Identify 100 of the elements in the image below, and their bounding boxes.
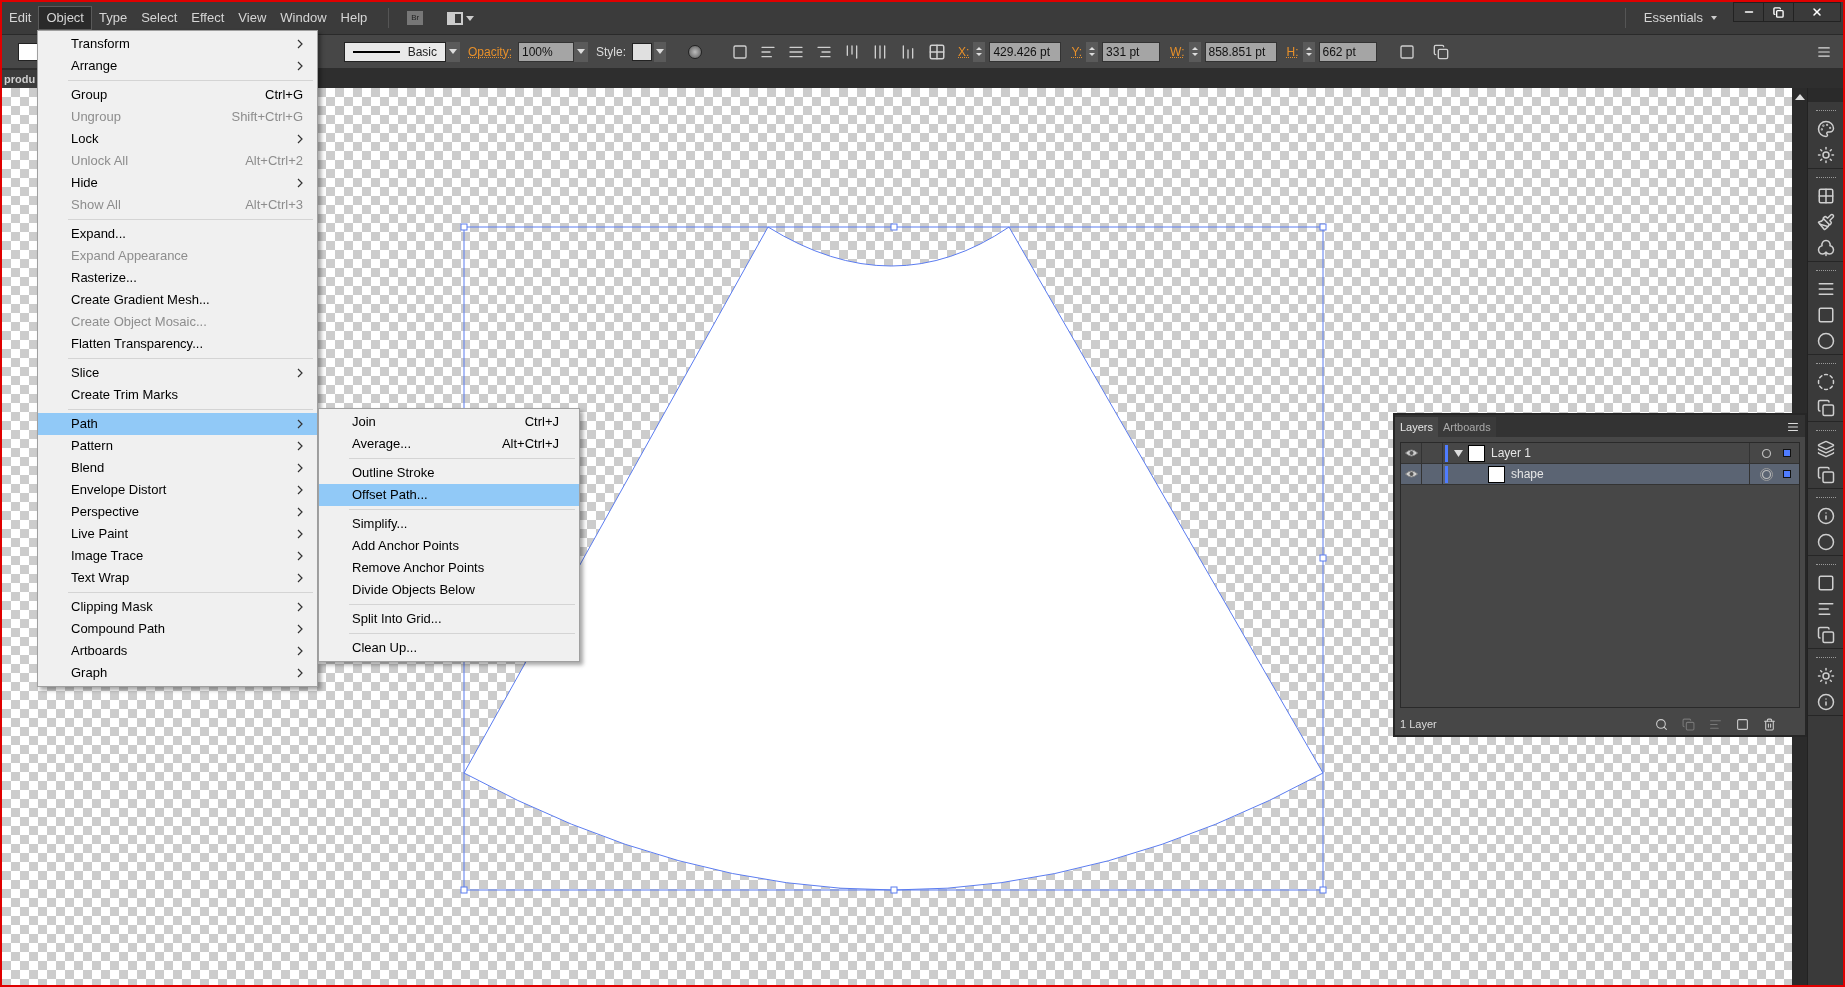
- stepper-icon[interactable]: [973, 41, 986, 62]
- menu-item[interactable]: Compound Path: [38, 618, 317, 640]
- menu-item[interactable]: Clipping Mask: [38, 596, 317, 618]
- stepper-icon[interactable]: [1086, 41, 1099, 62]
- squares-icon[interactable]: [1816, 466, 1835, 484]
- selection-square-icon[interactable]: [1783, 449, 1791, 457]
- shortcut-label: Ctrl+J: [524, 413, 559, 432]
- workspace-switcher[interactable]: Essentials: [1643, 8, 1717, 28]
- menu-item[interactable]: Text Wrap: [38, 567, 317, 589]
- menu-item[interactable]: Outline Stroke: [319, 462, 579, 484]
- menu-item[interactable]: Offset Path...: [319, 484, 579, 506]
- menu-item[interactable]: Split Into Grid...: [319, 608, 579, 630]
- menu-item[interactable]: Flatten Transparency...: [38, 333, 317, 355]
- square-icon[interactable]: [1816, 574, 1835, 592]
- menu-bar-item[interactable]: Help: [333, 6, 375, 30]
- menu-item[interactable]: Expand...: [38, 223, 317, 245]
- menu-item[interactable]: Average... Alt+Ctrl+J: [319, 433, 579, 455]
- panel-menu-icon[interactable]: [1787, 421, 1799, 433]
- lines-icon[interactable]: [1816, 280, 1835, 298]
- menu-bar-item[interactable]: Object: [38, 6, 92, 30]
- clipping-mask-icon[interactable]: [1682, 717, 1695, 731]
- menu-item[interactable]: Hide: [38, 172, 317, 194]
- menu-bar-item[interactable]: Effect: [184, 6, 232, 30]
- menu-item[interactable]: Arrange: [38, 55, 317, 77]
- target-icon[interactable]: [1760, 467, 1773, 481]
- selection-square-icon[interactable]: [1783, 470, 1791, 478]
- squares-icon[interactable]: [1816, 399, 1835, 417]
- dashed-circle-icon[interactable]: [1816, 373, 1835, 391]
- disclosure-triangle-icon[interactable]: [1453, 448, 1463, 458]
- menu-item[interactable]: Lock: [38, 128, 317, 150]
- menu-item[interactable]: Live Paint: [38, 523, 317, 545]
- panel-tab[interactable]: Layers: [1395, 417, 1439, 437]
- menu-item[interactable]: Transform: [38, 33, 317, 55]
- panel-tab[interactable]: Artboards: [1438, 417, 1496, 437]
- menu-item[interactable]: Create Gradient Mesh...: [38, 289, 317, 311]
- menu-item[interactable]: Image Trace: [38, 545, 317, 567]
- menu-item[interactable]: Perspective: [38, 501, 317, 523]
- menu-item[interactable]: Clean Up...: [319, 637, 579, 659]
- circle-icon[interactable]: [1816, 332, 1835, 350]
- menu-item[interactable]: Group Ctrl+G: [38, 84, 317, 106]
- info-icon[interactable]: [1816, 507, 1835, 525]
- eye-icon[interactable]: [1404, 470, 1418, 478]
- menu-item[interactable]: Remove Anchor Points: [319, 557, 579, 579]
- menu-item[interactable]: Path: [38, 413, 317, 435]
- menu-item[interactable]: Rasterize...: [38, 267, 317, 289]
- menu-item[interactable]: Create Trim Marks: [38, 384, 317, 406]
- square-icon[interactable]: [1816, 306, 1835, 324]
- menu-bar-item[interactable]: Select: [134, 6, 185, 30]
- menu-item[interactable]: Divide Objects Below: [319, 579, 579, 601]
- align-left-icon[interactable]: [1816, 600, 1835, 618]
- field-label: H:: [1286, 43, 1299, 61]
- reference-point-icon[interactable]: [928, 42, 947, 61]
- trash-icon[interactable]: [1763, 717, 1776, 731]
- opacity-field[interactable]: 100%: [518, 41, 574, 62]
- palette-icon[interactable]: [1816, 120, 1835, 138]
- style-swatch[interactable]: [632, 42, 653, 61]
- brush-icon[interactable]: [1816, 213, 1835, 231]
- layer-row[interactable]: Layer 1: [1401, 443, 1799, 464]
- transform-icon[interactable]: [1398, 43, 1415, 60]
- recolor-icon[interactable]: [688, 44, 703, 59]
- sun-icon[interactable]: [1816, 667, 1835, 685]
- panel-menu-icon[interactable]: [1817, 44, 1831, 59]
- menu-item[interactable]: Pattern: [38, 435, 317, 457]
- value-field[interactable]: 662 pt: [1318, 41, 1377, 62]
- menu-item[interactable]: Blend: [38, 457, 317, 479]
- value-field[interactable]: 331 pt: [1102, 41, 1161, 62]
- value-field[interactable]: 429.426 pt: [989, 41, 1062, 62]
- menu-item[interactable]: Slice: [38, 362, 317, 384]
- menu-item[interactable]: Envelope Distort: [38, 479, 317, 501]
- stepper-icon[interactable]: [1188, 41, 1201, 62]
- menu-item[interactable]: Graph: [38, 662, 317, 684]
- info-icon[interactable]: [1816, 693, 1835, 711]
- menu-bar-item[interactable]: Window: [273, 6, 334, 30]
- isolate-icon[interactable]: [1432, 43, 1449, 60]
- menu-item[interactable]: Join Ctrl+J: [319, 411, 579, 433]
- layers-icon[interactable]: [1816, 440, 1835, 458]
- arrange-documents-button[interactable]: [447, 11, 475, 25]
- eye-icon[interactable]: [1404, 449, 1418, 457]
- align-selection-icon[interactable]: [732, 43, 749, 60]
- squares-icon[interactable]: [1816, 626, 1835, 644]
- target-icon[interactable]: [1760, 446, 1773, 460]
- menu-item[interactable]: Add Anchor Points: [319, 535, 579, 557]
- menu-bar-item[interactable]: View: [231, 6, 274, 30]
- layer-row[interactable]: shape: [1401, 464, 1799, 485]
- search-icon[interactable]: [1655, 717, 1668, 731]
- sun-icon[interactable]: [1816, 146, 1835, 164]
- value-field[interactable]: 858.851 pt: [1204, 41, 1277, 62]
- menu-item[interactable]: Simplify...: [319, 513, 579, 535]
- new-layer-icon[interactable]: [1736, 717, 1749, 731]
- menu-bar-item[interactable]: Edit: [2, 6, 39, 30]
- stroke-style-dropdown[interactable]: Basic: [344, 41, 446, 62]
- menu-bar-item[interactable]: Type: [92, 6, 135, 30]
- circle-icon[interactable]: [1816, 533, 1835, 551]
- fill-swatch[interactable]: [18, 42, 38, 61]
- stepper-icon[interactable]: [1302, 41, 1315, 62]
- grid-icon[interactable]: [1816, 187, 1835, 205]
- menu-item[interactable]: Artboards: [38, 640, 317, 662]
- bridge-button[interactable]: Br: [407, 11, 424, 25]
- club-icon[interactable]: [1816, 239, 1835, 257]
- document-tab[interactable]: produ: [2, 70, 38, 88]
